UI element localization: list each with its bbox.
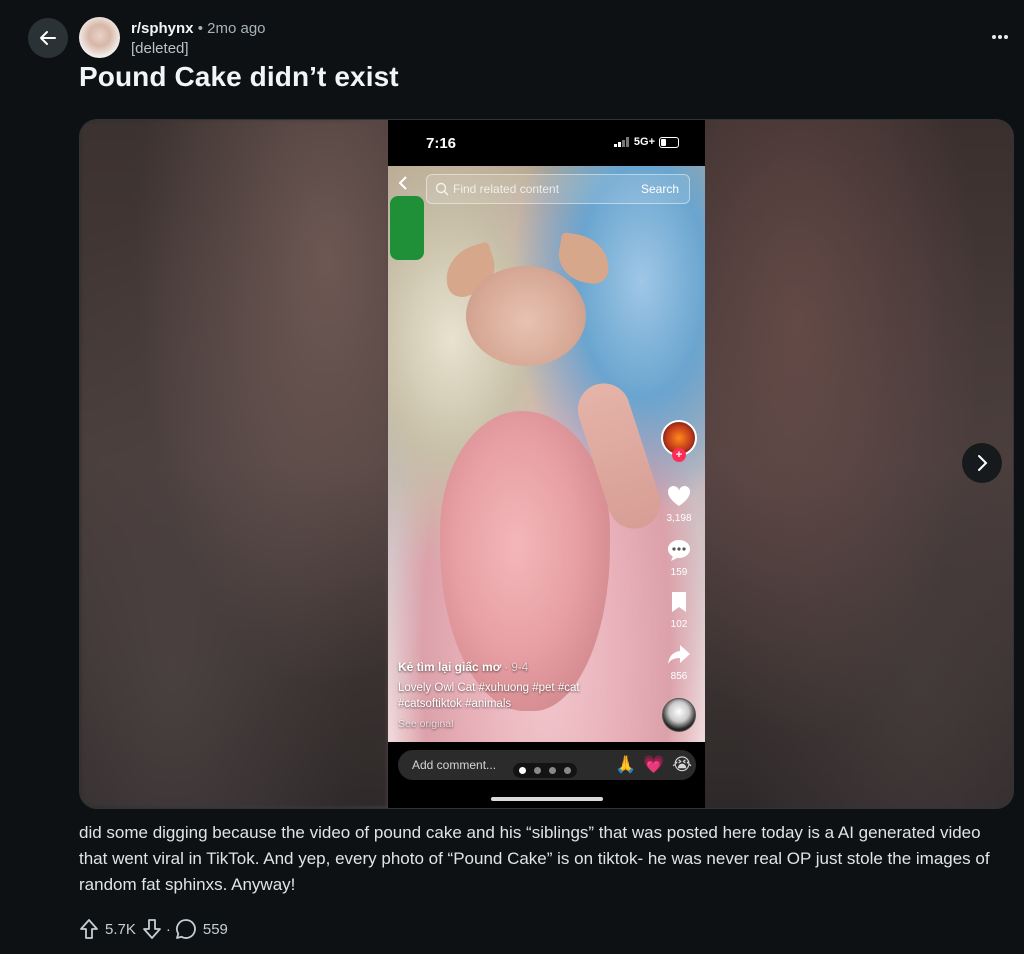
heart-emoji: 💗 [643, 755, 665, 774]
comment-action: 159 [661, 538, 697, 578]
subreddit-link[interactable]: r/sphynx [131, 20, 194, 37]
battery-icon [659, 136, 679, 148]
bookmark-icon [672, 592, 686, 612]
signal-icon [613, 137, 629, 147]
comments-button[interactable]: 559 [175, 918, 228, 940]
search-placeholder: Find related content [453, 182, 560, 196]
search-icon [435, 182, 449, 196]
comment-count-label: 559 [202, 920, 228, 938]
chevron-right-icon [978, 455, 988, 471]
comment-bubble-icon [175, 919, 196, 939]
post-author: [deleted] [131, 40, 189, 57]
network-label: 5G+ [633, 136, 655, 148]
post-time: 2mo ago [207, 20, 266, 37]
video-caption: Kẻ tìm lại giấc mơ · 9-4 Lovely Owl Cat … [398, 659, 628, 732]
phone-status-bar: 7:16 5G+ [388, 120, 705, 166]
phone-status-icons: 5G+ [613, 136, 679, 148]
gallery-next-button[interactable] [962, 443, 1002, 483]
music-disc [661, 698, 697, 732]
tiktok-screenshot: 7:16 5G+ Find related content Search + 3… [388, 120, 705, 808]
video-date: · 9-4 [504, 662, 529, 674]
phone-clock: 7:16 [426, 135, 457, 152]
subreddit-avatar[interactable] [79, 17, 120, 58]
gallery-pagination[interactable] [513, 763, 577, 778]
tiktok-search-bar: Find related content Search [426, 174, 690, 204]
gallery-dot-2[interactable] [534, 767, 541, 774]
crying-emoji: 😭 [672, 755, 692, 774]
post-media-gallery[interactable]: 7:16 5G+ Find related content Search + 3… [79, 119, 1014, 809]
share-arrow-icon [668, 645, 690, 664]
follow-plus-icon: + [672, 448, 686, 462]
blurred-background-left [80, 120, 388, 808]
gallery-dot-1[interactable] [519, 767, 526, 774]
more-horizontal-icon [992, 35, 1008, 39]
gallery-dot-4[interactable] [564, 767, 571, 774]
post-meta: r/sphynx • 2mo ago [deleted] [131, 19, 266, 59]
arrow-down-icon [142, 919, 161, 939]
creator-name: Kẻ tìm lại giấc mơ [398, 660, 502, 674]
search-button-label: Search [640, 182, 679, 196]
caption-text: Lovely Owl Cat #xuhuong #pet #cat #catso… [398, 682, 580, 710]
cat-video-frame: Find related content Search + 3,198 159 [388, 166, 705, 742]
like-action: 3,198 [661, 484, 697, 524]
meta-separator: • [197, 20, 203, 37]
save-count: 102 [670, 619, 688, 630]
creator-avatar: + [661, 420, 697, 462]
upvote-button[interactable] [79, 918, 99, 940]
tiktok-back-icon [398, 176, 408, 195]
comment-count: 159 [670, 567, 688, 578]
phone-home-indicator [491, 797, 603, 801]
share-action: 856 [661, 642, 697, 682]
post-actions: 5.7K · 559 [79, 918, 228, 940]
back-button[interactable] [28, 18, 68, 58]
heart-icon [667, 485, 691, 506]
post-body: did some digging because the video of po… [79, 823, 990, 894]
more-options-button[interactable] [988, 25, 1012, 49]
vote-count: 5.7K [105, 920, 136, 938]
praying-hands-emoji: 🙏 [615, 755, 637, 774]
action-separator: · [165, 920, 171, 938]
music-disc-image [662, 698, 696, 732]
downvote-button[interactable] [142, 918, 162, 940]
arrow-left-icon [40, 31, 56, 45]
arrow-up-icon [80, 919, 98, 939]
post-title: Pound Cake didn’t exist [79, 61, 399, 92]
save-action: 102 [661, 590, 697, 630]
see-original-link: See original [398, 718, 454, 730]
share-count: 856 [670, 671, 688, 682]
green-bottle [390, 196, 424, 260]
speech-bubble-icon [668, 540, 690, 561]
sphynx-cat-head [466, 266, 586, 366]
comment-placeholder: Add comment... [412, 758, 497, 772]
like-count: 3,198 [666, 513, 692, 524]
gallery-dot-3[interactable] [549, 767, 556, 774]
